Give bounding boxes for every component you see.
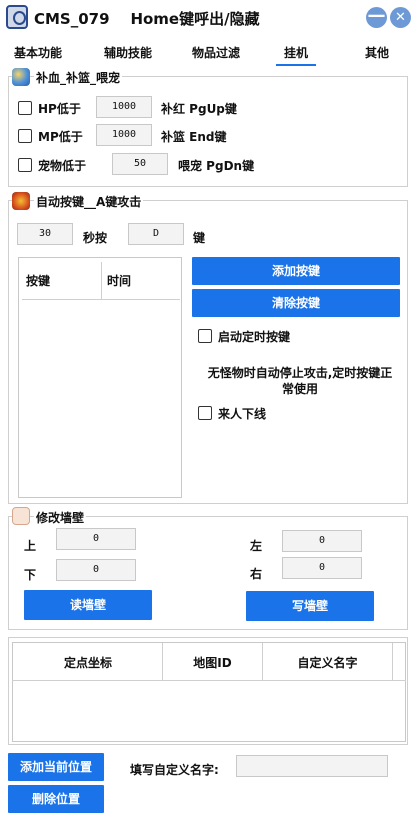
- table-header-divider: [22, 299, 180, 300]
- title-bar: CMS_079 Home键呼出/隐藏 — ✕: [0, 0, 417, 36]
- key-list-table[interactable]: [18, 257, 182, 498]
- autokey-group-title: 自动按键__A键攻击: [34, 193, 144, 210]
- wall-down-input[interactable]: 0: [56, 559, 136, 581]
- pet-label: 宠物低于: [38, 159, 87, 173]
- window-title: CMS_079 Home键呼出/隐藏: [34, 10, 260, 28]
- column-header-time: 时间: [107, 274, 132, 288]
- table-column-divider: [101, 262, 102, 299]
- heal-group-icon: [12, 68, 30, 86]
- wall-up-label: 上: [24, 539, 37, 553]
- hp-hint: 补红 PgUp键: [161, 102, 237, 116]
- column-header-custom-name: 自定义名字: [297, 656, 358, 670]
- mp-threshold-input[interactable]: 1000: [96, 124, 152, 146]
- delete-position-button[interactable]: 删除位置: [8, 785, 104, 813]
- tab-basic[interactable]: 基本功能: [10, 44, 66, 64]
- mp-hint: 补篮 End键: [161, 130, 227, 144]
- mp-label: MP低于: [38, 130, 83, 144]
- pet-threshold-input[interactable]: 50: [112, 153, 168, 175]
- tab-other[interactable]: 其他: [362, 44, 392, 64]
- hp-checkbox[interactable]: [18, 101, 32, 115]
- column-header-coords: 定点坐标: [63, 656, 112, 670]
- logout-label: 来人下线: [218, 407, 267, 421]
- interval-seconds-input[interactable]: 30: [17, 223, 73, 245]
- hp-label: HP低于: [38, 102, 81, 116]
- wall-right-input[interactable]: 0: [282, 557, 362, 579]
- add-key-button[interactable]: 添加按键: [192, 257, 400, 285]
- tab-item-filter[interactable]: 物品过滤: [188, 44, 244, 64]
- read-wall-button[interactable]: 读墙壁: [24, 590, 152, 620]
- points-column-divider-3: [392, 643, 393, 680]
- pet-hint: 喂宠 PgDn键: [178, 159, 255, 173]
- heal-group-title: 补血_补篮_喂宠: [34, 69, 123, 86]
- logout-checkbox[interactable]: [198, 406, 212, 420]
- autokey-note: 无怪物时自动停止攻击,定时按键正常使用: [207, 366, 393, 396]
- clear-keys-button[interactable]: 清除按键: [192, 289, 400, 317]
- add-current-position-button[interactable]: 添加当前位置: [8, 753, 104, 781]
- timer-key-label: 启动定时按键: [218, 330, 291, 344]
- points-header-divider: [12, 680, 406, 681]
- wall-group-icon: [12, 507, 30, 525]
- key-label: 键: [193, 231, 206, 245]
- key-input[interactable]: D: [128, 223, 184, 245]
- mp-checkbox[interactable]: [18, 129, 32, 143]
- custom-name-label: 填写自定义名字:: [130, 763, 219, 777]
- tab-assist-skills[interactable]: 辅助技能: [100, 44, 156, 64]
- wall-left-input[interactable]: 0: [282, 530, 362, 552]
- wall-right-label: 右: [250, 567, 263, 581]
- autokey-group-icon: [12, 192, 30, 210]
- write-wall-button[interactable]: 写墙壁: [246, 591, 374, 621]
- app-logo-icon: [6, 5, 28, 29]
- custom-name-input[interactable]: [236, 755, 388, 777]
- column-header-key: 按键: [26, 274, 51, 288]
- wall-group-title: 修改墙壁: [34, 509, 87, 526]
- close-icon[interactable]: ✕: [390, 7, 411, 28]
- hp-threshold-input[interactable]: 1000: [96, 96, 152, 118]
- minimize-icon[interactable]: —: [366, 7, 387, 28]
- wall-left-label: 左: [250, 539, 263, 553]
- wall-up-input[interactable]: 0: [56, 528, 136, 550]
- seconds-label: 秒按: [83, 231, 108, 245]
- tab-auto-hang[interactable]: 挂机: [276, 44, 316, 66]
- pet-checkbox[interactable]: [18, 158, 32, 172]
- timer-key-checkbox[interactable]: [198, 329, 212, 343]
- wall-down-label: 下: [24, 568, 37, 582]
- column-header-map-id: 地图ID: [193, 656, 232, 670]
